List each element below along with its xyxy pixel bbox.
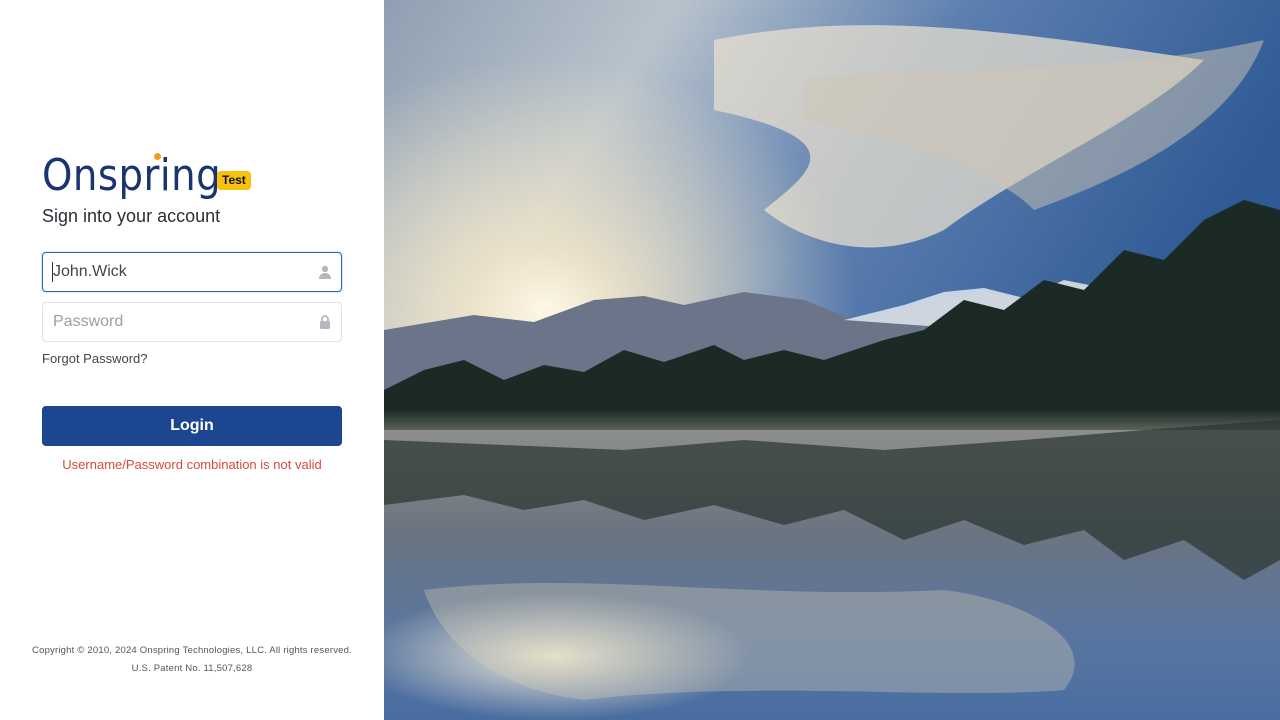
logo-wordmark: Onspring [42, 150, 222, 201]
copyright-text: Copyright © 2010, 2024 Onspring Technolo… [32, 645, 352, 656]
login-panel: Onspring Test Sign into your account For… [0, 0, 384, 720]
page-title: Sign into your account [42, 206, 221, 226]
login-button[interactable]: Login [42, 406, 342, 446]
lock-icon [320, 315, 330, 329]
landscape-photo-icon [384, 0, 1280, 720]
patent-text: U.S. Patent No. 11,507,628 [131, 663, 253, 674]
password-field[interactable] [42, 302, 342, 342]
password-input[interactable] [53, 303, 315, 341]
forgot-password-link[interactable]: Forgot Password? [42, 351, 148, 366]
environment-badge: Test [217, 171, 251, 190]
onspring-logo: Onspring [42, 150, 224, 198]
user-icon [319, 265, 331, 279]
username-field[interactable] [42, 252, 342, 292]
error-message: Username/Password combination is not val… [62, 457, 322, 472]
footer: Copyright © 2010, 2024 Onspring Technolo… [0, 642, 384, 678]
text-cursor [52, 262, 53, 282]
logo-dot-icon [154, 153, 161, 160]
background-photo [384, 0, 1280, 720]
username-input[interactable] [53, 253, 315, 291]
